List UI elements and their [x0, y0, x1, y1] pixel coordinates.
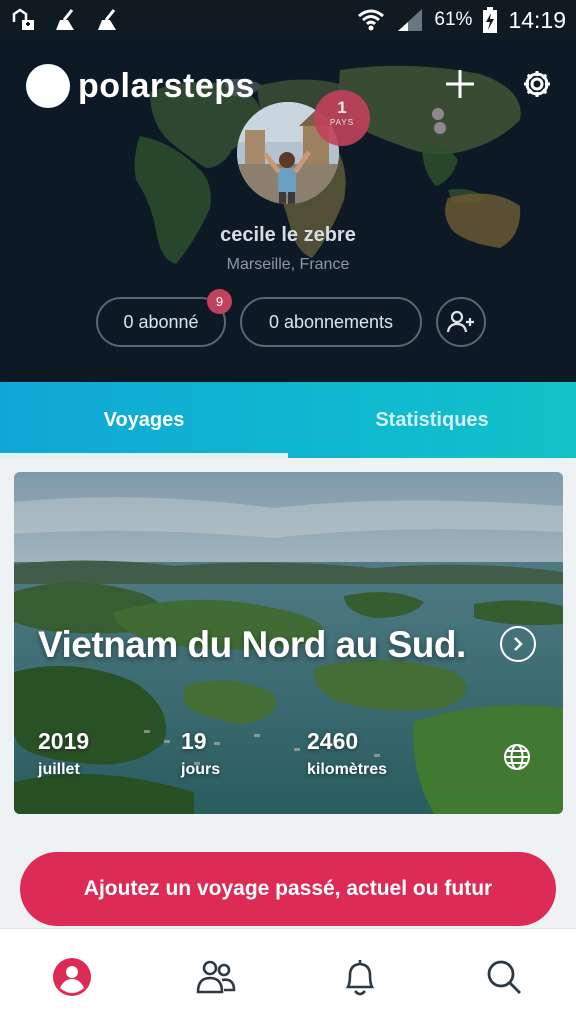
trip-stat-days: 19 jours — [181, 728, 220, 779]
globe-icon — [504, 744, 530, 770]
stat-label: kilomètres — [307, 761, 388, 778]
nav-profile[interactable] — [0, 929, 144, 1024]
status-bar: 61% 14:19 — [0, 0, 576, 40]
search-icon — [487, 960, 521, 994]
brand-name: polarsteps — [78, 66, 255, 105]
signal-icon — [398, 9, 423, 31]
battery-charging-icon — [483, 7, 498, 33]
add-friend-button[interactable] — [436, 297, 486, 347]
nav-social[interactable] — [144, 929, 288, 1024]
status-left — [10, 8, 120, 32]
plus-icon — [446, 70, 474, 98]
profile-location: Marseille, France — [226, 256, 350, 273]
trip-card[interactable]: Vietnam du Nord au Sud. 2019 juillet 19 … — [14, 472, 563, 814]
stat-value: 2019 — [38, 728, 90, 754]
chevron-right-icon — [514, 637, 523, 651]
clock: 14:19 — [508, 6, 566, 33]
stat-label: juillet — [38, 761, 80, 778]
nav-notifications[interactable] — [288, 929, 432, 1024]
cleaner-icon — [98, 9, 116, 30]
profile-header: polarsteps 1 PAYS cecile le zebre Marsei… — [0, 40, 576, 382]
trip-stat-distance: 2460 kilomètres — [307, 728, 387, 779]
app-screen: 61% 14:19 polarsteps 1 PAYS cecile le ze… — [0, 0, 576, 1024]
tab-bar: Voyages Statistiques — [0, 382, 576, 458]
add-trip-button[interactable] — [440, 64, 480, 104]
tab-voyages[interactable]: Voyages — [0, 382, 288, 458]
stat-label: jours — [181, 761, 221, 778]
gear-icon — [524, 71, 550, 97]
people-icon — [196, 960, 236, 993]
stat-value: 2460 — [307, 728, 359, 754]
open-trip-button[interactable] — [500, 626, 536, 662]
nav-search[interactable] — [432, 929, 576, 1024]
add-person-icon — [447, 310, 474, 333]
wifi-icon — [358, 9, 385, 31]
trip-visibility-button[interactable] — [502, 742, 532, 772]
trip-title: Vietnam du Nord au Sud. — [38, 624, 466, 665]
profile-name: cecile le zebre — [220, 224, 356, 246]
bottom-nav — [0, 928, 576, 1024]
cleaner-icon — [56, 9, 74, 30]
notification-badge: 9 — [207, 289, 232, 314]
trip-stat-date: 2019 juillet — [38, 728, 89, 779]
settings-button[interactable] — [517, 64, 557, 104]
stat-value: 19 — [181, 728, 207, 754]
profile-icon — [53, 957, 91, 996]
countries-count: 1 — [337, 98, 347, 117]
logo-dot — [26, 64, 70, 108]
countries-badge: 1 PAYS — [314, 90, 370, 146]
add-trip-cta-button[interactable]: Ajoutez un voyage passé, actuel ou futur — [20, 852, 556, 926]
bell-icon — [345, 959, 375, 995]
cta-label: Ajoutez un voyage passé, actuel ou futur — [83, 877, 493, 900]
tab-statistiques[interactable]: Statistiques — [288, 382, 576, 458]
battery-percent: 61% — [434, 9, 473, 30]
countries-label: PAYS — [329, 118, 355, 127]
following-button[interactable]: 0 abonnements — [240, 297, 422, 347]
notification-app-icon — [12, 8, 34, 30]
followers-label: 0 abonné — [123, 311, 199, 332]
brand-logo: polarsteps — [26, 64, 255, 108]
status-right: 61% 14:19 — [356, 7, 566, 34]
following-label: 0 abonnements — [268, 311, 394, 332]
